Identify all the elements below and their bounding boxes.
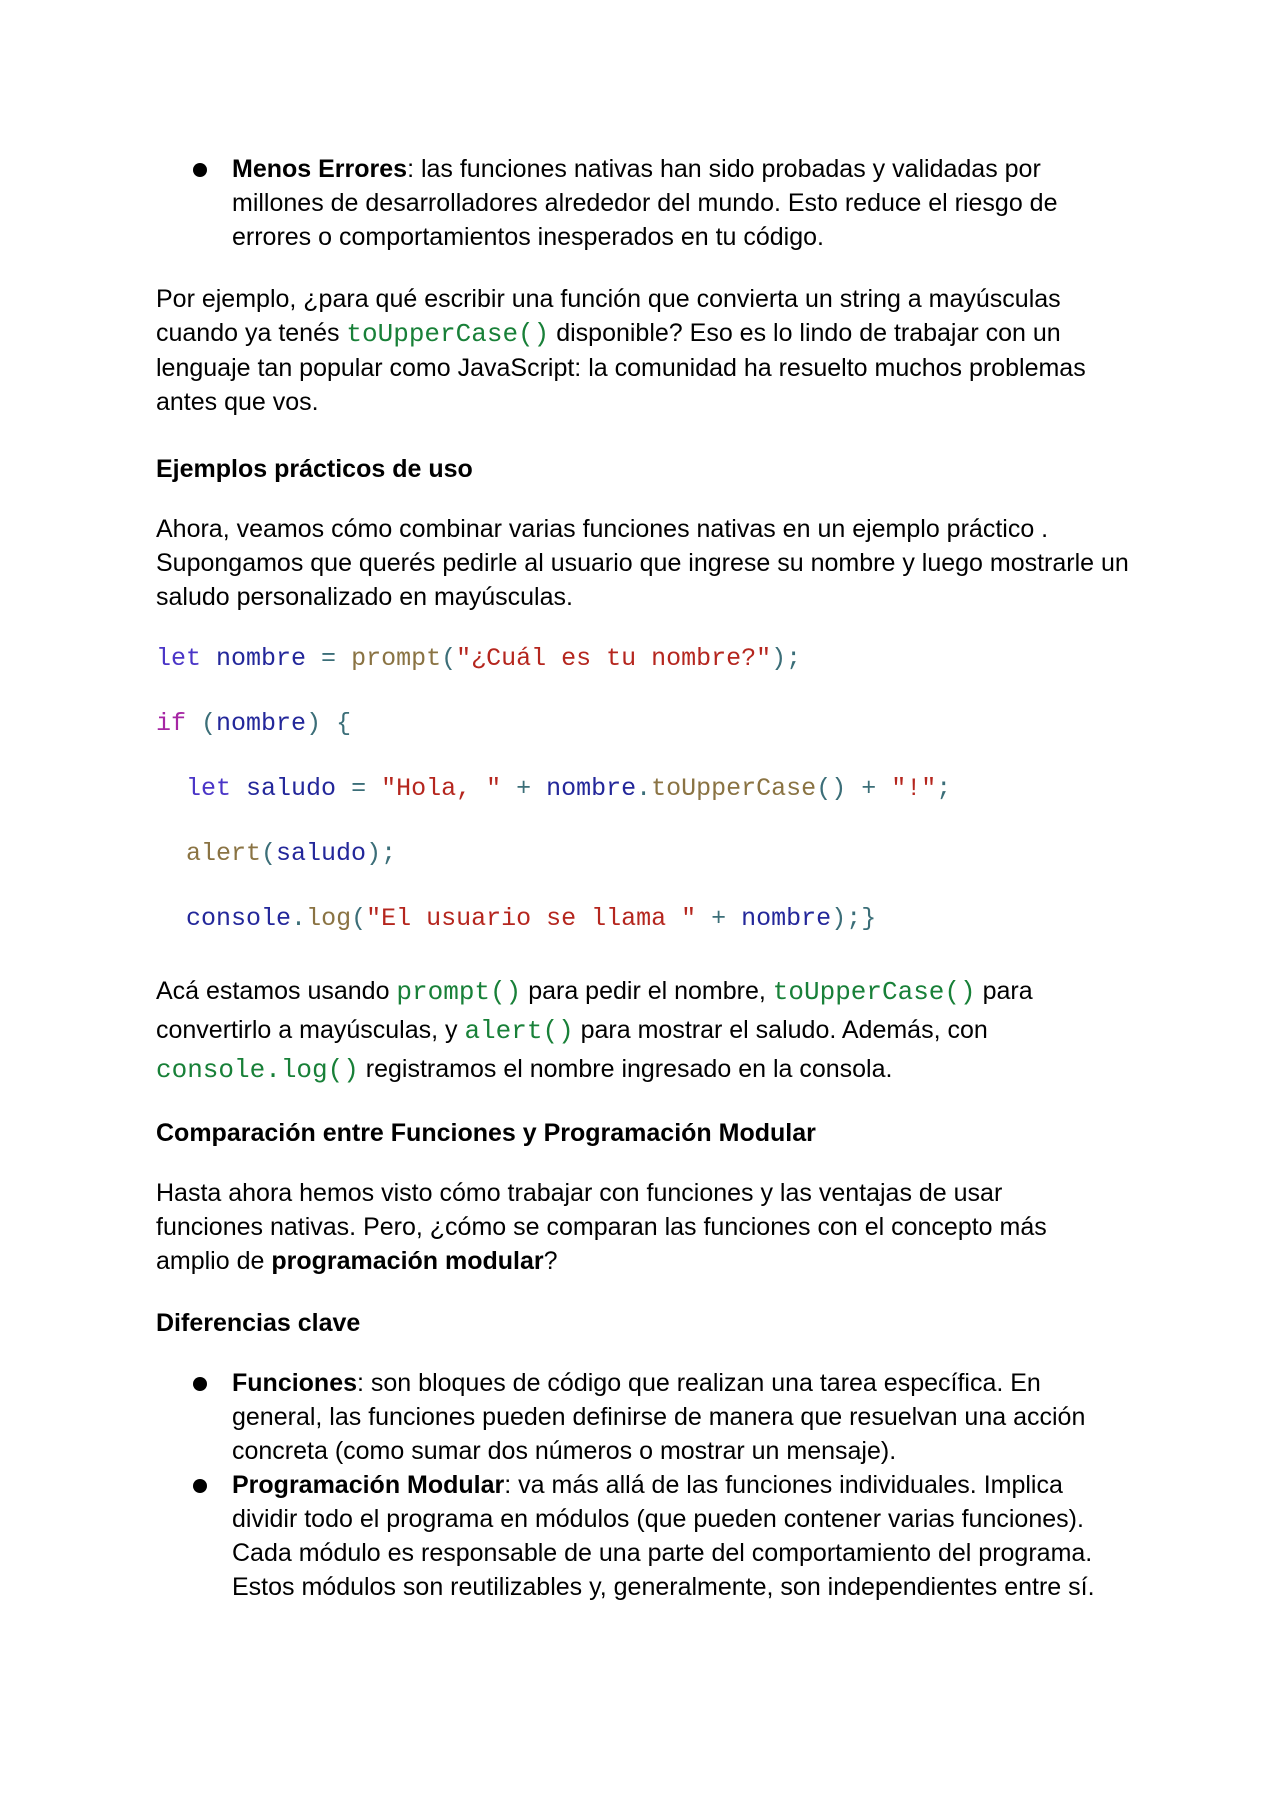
bullet-term: Funciones: [232, 1369, 358, 1397]
bullet-dot: [193, 1479, 207, 1493]
heading-diferencias: Diferencias clave: [156, 1309, 361, 1337]
bullet-dot: [193, 163, 207, 177]
paragraph-hasta-ahora: Hasta ahora hemos visto cómo trabajar co…: [156, 1179, 1047, 1275]
code-line-4: alert(saludo);: [186, 839, 397, 868]
bullet-text: : son bloques de código que realizan una…: [232, 1369, 1086, 1465]
inline-code: toUpperCase(): [346, 319, 550, 349]
document-page: Menos Errores: las funciones nativas han…: [0, 0, 1274, 1800]
bold-term: programación modular: [271, 1247, 544, 1275]
bullet-programacion-modular: Programación Modular: va más allá de las…: [232, 1468, 1132, 1604]
inline-code: console.log(): [156, 1055, 359, 1085]
bullet-term: Menos Errores: [232, 155, 408, 183]
inline-code: prompt(): [396, 977, 522, 1007]
paragraph-ahora: Ahora, veamos cómo combinar varias funci…: [156, 515, 1129, 611]
paragraph-ejemplo: Por ejemplo, ¿para qué escribir una func…: [156, 282, 1136, 419]
bullet-dot: [193, 1377, 207, 1391]
code-line-1: let nombre = prompt("¿Cuál es tu nombre?…: [156, 644, 802, 673]
code-line-2: if (nombre) {: [156, 709, 352, 738]
paragraph-aca: Acá estamos usando prompt() para pedir e…: [156, 977, 1033, 1085]
bullet-funciones: Funciones: son bloques de código que rea…: [232, 1366, 1122, 1468]
heading-comparacion: Comparación entre Funciones y Programaci…: [156, 1119, 816, 1147]
heading-ejemplos: Ejemplos prácticos de uso: [156, 455, 473, 483]
inline-code: toUpperCase(): [772, 977, 976, 1007]
bullet-term: Programación Modular: [232, 1471, 505, 1499]
code-line-3: let saludo = "Hola, " + nombre.toUpperCa…: [186, 774, 952, 803]
bullet-menos-errores: Menos Errores: las funciones nativas han…: [232, 152, 1112, 254]
code-line-5: console.log("El usuario se llama " + nom…: [186, 904, 877, 933]
inline-code: alert(): [464, 1016, 574, 1046]
